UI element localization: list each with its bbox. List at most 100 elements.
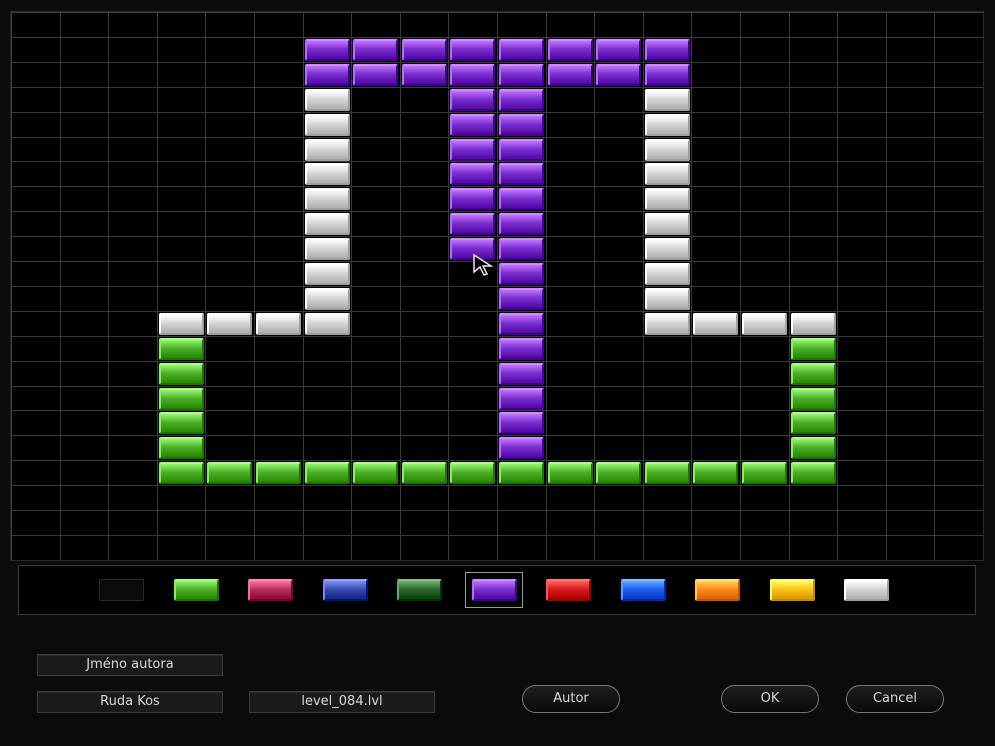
brick-purple[interactable]: [596, 38, 642, 61]
brick-purple[interactable]: [499, 412, 544, 435]
brick-white[interactable]: [644, 312, 690, 335]
ok-button[interactable]: OK: [721, 685, 819, 713]
brick-white[interactable]: [304, 238, 350, 261]
brick-green[interactable]: [742, 462, 787, 485]
brick-green[interactable]: [547, 462, 593, 485]
brick-white[interactable]: [304, 88, 350, 111]
brick-purple[interactable]: [401, 63, 447, 86]
cancel-button[interactable]: Cancel: [846, 685, 944, 713]
brick-purple[interactable]: [547, 38, 593, 61]
brick-green[interactable]: [644, 462, 690, 485]
brick-green[interactable]: [499, 462, 544, 485]
palette-swatch-red[interactable]: [546, 579, 591, 601]
brick-green[interactable]: [401, 462, 447, 485]
brick-white[interactable]: [644, 138, 690, 161]
brick-green[interactable]: [790, 412, 836, 435]
brick-purple[interactable]: [450, 113, 496, 136]
brick-green[interactable]: [158, 462, 204, 485]
brick-purple[interactable]: [450, 63, 496, 86]
brick-white[interactable]: [158, 312, 204, 335]
brick-green[interactable]: [450, 462, 496, 485]
brick-white[interactable]: [207, 312, 253, 335]
brick-white[interactable]: [644, 113, 690, 136]
brick-white[interactable]: [644, 213, 690, 236]
palette-swatch-brightblue[interactable]: [620, 579, 666, 601]
brick-white[interactable]: [304, 188, 350, 211]
palette-swatch-white[interactable]: [844, 579, 889, 601]
brick-purple[interactable]: [401, 38, 447, 61]
brick-white[interactable]: [304, 113, 350, 136]
brick-purple[interactable]: [499, 238, 544, 261]
brick-purple[interactable]: [353, 38, 399, 61]
brick-purple[interactable]: [304, 38, 350, 61]
brick-purple[interactable]: [499, 113, 544, 136]
brick-green[interactable]: [304, 462, 350, 485]
brick-purple[interactable]: [499, 213, 544, 236]
brick-green[interactable]: [790, 362, 836, 385]
brick-purple[interactable]: [304, 63, 350, 86]
palette-swatch-darkgreen[interactable]: [397, 579, 442, 601]
palette-swatch-green[interactable]: [173, 579, 219, 601]
brick-green[interactable]: [693, 462, 739, 485]
brick-white[interactable]: [790, 312, 836, 335]
brick-green[interactable]: [158, 437, 204, 460]
brick-white[interactable]: [256, 312, 301, 335]
palette-swatch-blue[interactable]: [322, 579, 368, 601]
brick-purple[interactable]: [644, 38, 690, 61]
autor-button[interactable]: Autor: [522, 685, 620, 713]
brick-green[interactable]: [790, 387, 836, 410]
brick-white[interactable]: [742, 312, 787, 335]
filename-field[interactable]: level_084.lvl: [249, 691, 435, 713]
palette-swatch-purple[interactable]: [471, 579, 517, 601]
brick-purple[interactable]: [499, 387, 544, 410]
brick-purple[interactable]: [547, 63, 593, 86]
brick-white[interactable]: [304, 163, 350, 186]
brick-purple[interactable]: [499, 63, 544, 86]
brick-green[interactable]: [158, 362, 204, 385]
brick-purple[interactable]: [499, 188, 544, 211]
brick-green[interactable]: [256, 462, 301, 485]
brick-purple[interactable]: [450, 213, 496, 236]
author-name-field[interactable]: Ruda Kos: [37, 691, 223, 713]
brick-purple[interactable]: [450, 188, 496, 211]
brick-purple[interactable]: [450, 138, 496, 161]
brick-white[interactable]: [644, 263, 690, 285]
brick-green[interactable]: [353, 462, 399, 485]
level-grid[interactable]: [10, 11, 984, 561]
brick-purple[interactable]: [499, 362, 544, 385]
brick-white[interactable]: [693, 312, 739, 335]
palette-swatch-orange[interactable]: [695, 579, 740, 601]
brick-purple[interactable]: [499, 163, 544, 186]
brick-white[interactable]: [644, 88, 690, 111]
brick-white[interactable]: [304, 287, 350, 310]
brick-green[interactable]: [158, 337, 204, 360]
brick-white[interactable]: [644, 188, 690, 211]
brick-purple[interactable]: [499, 337, 544, 360]
brick-white[interactable]: [304, 263, 350, 285]
brick-green[interactable]: [158, 412, 204, 435]
brick-purple[interactable]: [450, 38, 496, 61]
brick-purple[interactable]: [644, 63, 690, 86]
palette-swatch-yellow[interactable]: [769, 579, 815, 601]
brick-purple[interactable]: [353, 63, 399, 86]
brick-purple[interactable]: [596, 63, 642, 86]
brick-green[interactable]: [207, 462, 253, 485]
brick-purple[interactable]: [499, 38, 544, 61]
brick-purple[interactable]: [450, 88, 496, 111]
brick-purple[interactable]: [499, 263, 544, 285]
brick-purple[interactable]: [499, 287, 544, 310]
brick-green[interactable]: [790, 437, 836, 460]
brick-white[interactable]: [304, 312, 350, 335]
brick-green[interactable]: [790, 462, 836, 485]
brick-purple[interactable]: [499, 88, 544, 111]
brick-white[interactable]: [304, 138, 350, 161]
brick-green[interactable]: [790, 337, 836, 360]
brick-purple[interactable]: [499, 312, 544, 335]
brick-white[interactable]: [644, 163, 690, 186]
brick-white[interactable]: [644, 287, 690, 310]
palette-swatch-black[interactable]: [99, 579, 144, 601]
palette-swatch-pink[interactable]: [248, 579, 293, 601]
brick-green[interactable]: [596, 462, 642, 485]
brick-green[interactable]: [158, 387, 204, 410]
brick-purple[interactable]: [450, 163, 496, 186]
